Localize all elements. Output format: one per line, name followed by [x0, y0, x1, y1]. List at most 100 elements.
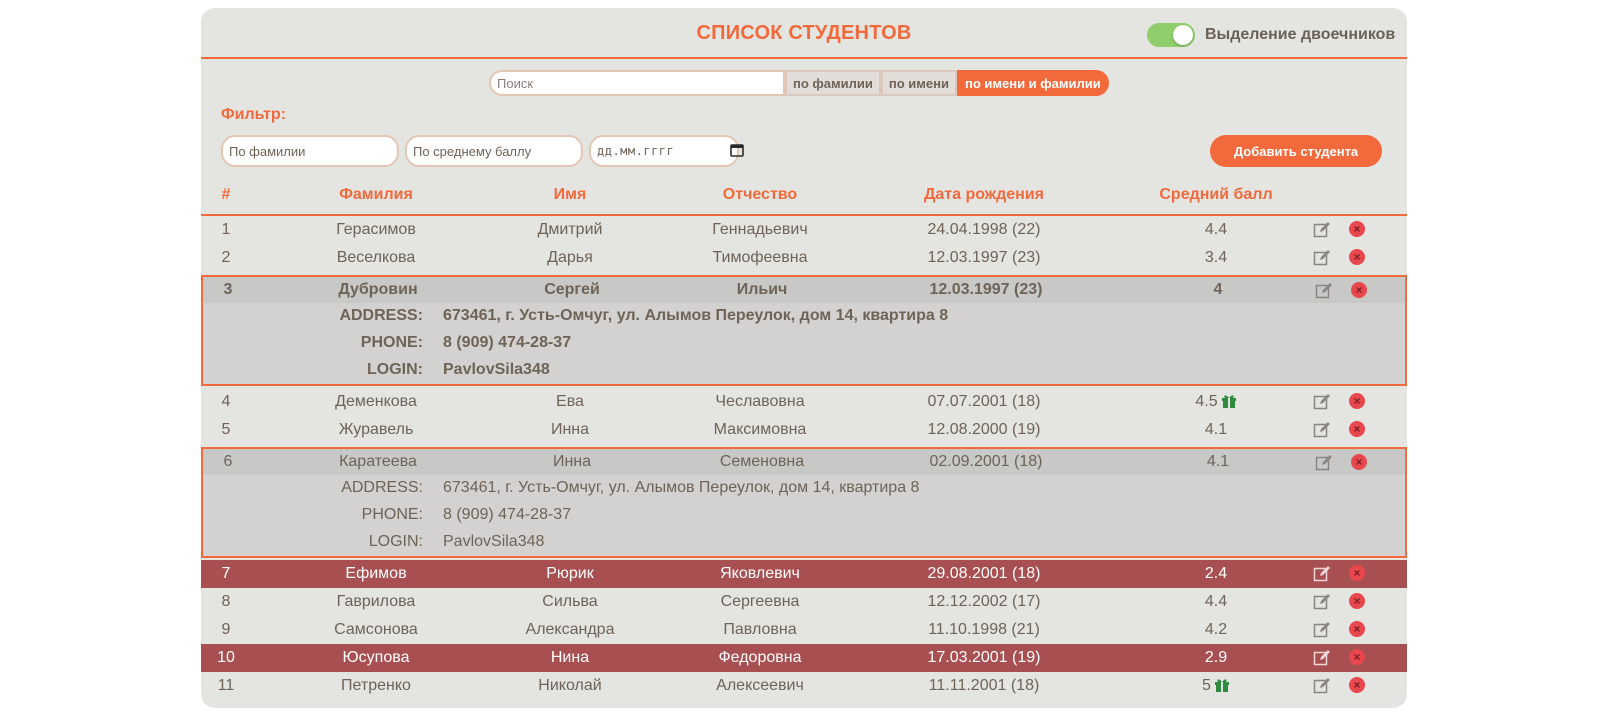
- table-row[interactable]: 10 Юсупова Нина Федоровна 17.03.2001 (19) 2.9…: [201, 644, 1407, 672]
- column-header-birthdate[interactable]: Дата рождения: [859, 186, 1109, 204]
- edit-icon[interactable]: [1313, 421, 1331, 439]
- toggle-knob: [1173, 25, 1193, 45]
- edit-icon[interactable]: [1313, 393, 1331, 411]
- student-firstname-text: Ева: [556, 393, 584, 410]
- student-grade: 2.4: [1116, 565, 1316, 583]
- row-number: 11: [211, 677, 241, 695]
- edit-icon[interactable]: [1313, 221, 1331, 239]
- delete-icon[interactable]: ×: [1349, 221, 1367, 239]
- student-lastname-text: Ефимов: [345, 565, 407, 582]
- column-header-grade[interactable]: Средний балл: [1116, 186, 1316, 204]
- detail-phone-value: 8 (909) 474-28-37: [443, 334, 572, 351]
- table-row[interactable]: 7 Ефимов Рюрик Яковлевич 29.08.2001 (18) 2.4 ×: [201, 560, 1407, 588]
- table-row[interactable]: 9 Самсонова Александра Павловна 11.10.1998 (…: [201, 616, 1407, 644]
- filter-lastname-input[interactable]: [221, 135, 399, 167]
- edit-icon[interactable]: [1313, 677, 1331, 695]
- edit-icon[interactable]: [1313, 565, 1331, 583]
- edit-icon[interactable]: [1313, 621, 1331, 639]
- student-grade: 4.4: [1116, 593, 1316, 611]
- student-birthdate: 12.03.1997 (23): [861, 281, 1111, 299]
- column-header-firstname[interactable]: Имя: [475, 186, 665, 204]
- column-header-middlename[interactable]: Отчество: [665, 186, 855, 204]
- student-birthdate: 29.08.2001 (18): [859, 565, 1109, 583]
- delete-icon-glyph: ×: [1349, 249, 1365, 265]
- student-middlename-text: Семеновна: [719, 453, 805, 470]
- delete-icon[interactable]: ×: [1351, 282, 1369, 300]
- search-by-lastname-button[interactable]: по фамилии: [785, 70, 881, 96]
- detail-address: ADDRESS: 673461, г. Усть-Омчуг, ул. Алымо…: [203, 303, 1405, 330]
- student-lastname-text: Журавель: [338, 421, 414, 438]
- student-grade-text: 4.2: [1204, 621, 1228, 638]
- student-grade-text: 4: [1213, 281, 1223, 298]
- detail-login-value: PavlovSila348: [443, 361, 550, 378]
- search-by-firstname-button[interactable]: по имени: [880, 70, 957, 96]
- student-grade-text: 2.4: [1204, 565, 1228, 582]
- row-number: 6: [213, 453, 243, 471]
- student-birthdate-text: 02.09.2001 (18): [929, 453, 1043, 470]
- student-middlename-text: Тимофеевна: [712, 249, 808, 266]
- column-header-number[interactable]: #: [211, 186, 241, 204]
- student-firstname: Сергей: [477, 281, 667, 299]
- student-middlename: Тимофеевна: [665, 249, 855, 267]
- delete-icon[interactable]: ×: [1349, 421, 1367, 439]
- edit-icon[interactable]: [1313, 649, 1331, 667]
- search-input[interactable]: [489, 70, 785, 96]
- row-number-text: 1: [221, 221, 231, 238]
- delete-icon[interactable]: ×: [1351, 454, 1369, 472]
- student-lastname-text: Петренко: [341, 677, 411, 694]
- delete-icon[interactable]: ×: [1349, 393, 1367, 411]
- student-lastname: Юсупова: [281, 649, 471, 667]
- edit-icon[interactable]: [1315, 454, 1333, 472]
- table-row[interactable]: 4 Деменкова Ева Чеславовна 07.07.2001 (18) 4.…: [201, 388, 1407, 416]
- failing-highlight-toggle[interactable]: [1147, 23, 1195, 47]
- student-firstname: Инна: [475, 421, 665, 439]
- delete-icon[interactable]: ×: [1349, 649, 1367, 667]
- calendar-icon[interactable]: [730, 143, 744, 157]
- student-lastname: Гаврилова: [281, 593, 471, 611]
- delete-icon[interactable]: ×: [1349, 249, 1367, 267]
- student-lastname: Самсонова: [281, 621, 471, 639]
- table-row[interactable]: 6 Каратеева Инна Семеновна 02.09.2001 (18) 4.…: [203, 449, 1405, 475]
- student-birthdate-text: 12.03.1997 (23): [927, 249, 1041, 266]
- student-grade-text: 2.9: [1204, 649, 1228, 666]
- student-firstname: Нина: [475, 649, 665, 667]
- row-number: 2: [211, 249, 241, 267]
- table-row[interactable]: 2 Веселкова Дарья Тимофеевна 12.03.1997 (23)…: [201, 244, 1407, 272]
- student-middlename: Федоровна: [665, 649, 855, 667]
- student-lastname: Веселкова: [281, 249, 471, 267]
- student-birthdate-text: 11.10.1998 (21): [928, 621, 1040, 638]
- row-number: 1: [211, 221, 241, 239]
- failing-highlight-label: Выделение двоечников: [1205, 26, 1396, 43]
- delete-icon[interactable]: ×: [1349, 677, 1367, 695]
- student-firstname-text: Рюрик: [546, 565, 594, 582]
- table-row[interactable]: 1 Герасимов Дмитрий Геннадьевич 24.04.1998 (…: [201, 216, 1407, 244]
- table-row[interactable]: 11 Петренко Николай Алексеевич 11.11.2001 (1…: [201, 672, 1407, 700]
- student-grade-text: 4.4: [1204, 221, 1228, 238]
- delete-icon[interactable]: ×: [1349, 593, 1367, 611]
- detail-phone-label: PHONE:: [360, 334, 423, 351]
- table-row[interactable]: 8 Гаврилова Сильва Сергеевна 12.12.2002 (17)…: [201, 588, 1407, 616]
- column-header-lastname[interactable]: Фамилия: [281, 186, 471, 204]
- table-row[interactable]: 3 Дубровин Сергей Ильич 12.03.1997 (23) 4 ×: [203, 277, 1405, 303]
- filter-grade-input[interactable]: [405, 135, 583, 167]
- row-number-text: 2: [221, 249, 231, 266]
- student-birthdate-text: 12.08.2000 (19): [927, 421, 1041, 438]
- edit-icon[interactable]: [1315, 282, 1333, 300]
- search-by-full-name-button[interactable]: по имени и фамилии: [956, 70, 1109, 96]
- table-row[interactable]: 5 Журавель Инна Максимовна 12.08.2000 (19) 4.…: [201, 416, 1407, 444]
- row-number: 7: [211, 565, 241, 583]
- row-number-text: 4: [221, 393, 231, 410]
- student-grade: 4: [1118, 281, 1318, 299]
- delete-icon-glyph: ×: [1349, 621, 1365, 637]
- delete-icon[interactable]: ×: [1349, 565, 1367, 583]
- student-middlename: Сергеевна: [665, 593, 855, 611]
- student-birthdate: 11.10.1998 (21): [859, 621, 1109, 639]
- delete-icon[interactable]: ×: [1349, 621, 1367, 639]
- student-lastname-text: Веселкова: [336, 249, 416, 266]
- student-middlename-text: Ильич: [736, 281, 788, 298]
- row-number-text: 3: [223, 281, 233, 298]
- edit-icon[interactable]: [1313, 249, 1331, 267]
- filter-date-input[interactable]: [589, 135, 739, 167]
- edit-icon[interactable]: [1313, 593, 1331, 611]
- add-student-button[interactable]: Добавить студента: [1210, 135, 1382, 167]
